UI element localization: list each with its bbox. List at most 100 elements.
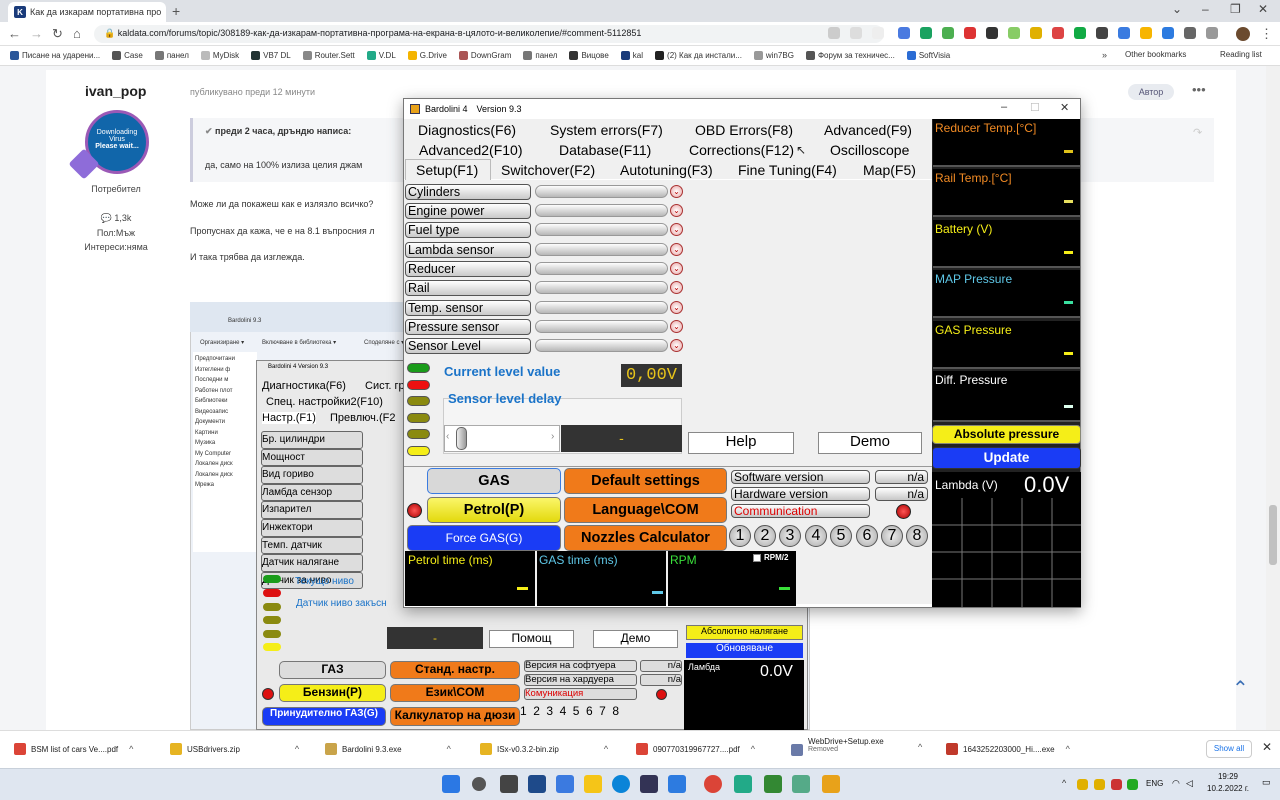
tray-chevron-icon[interactable]: ^ [1062, 778, 1066, 788]
download-item[interactable]: Bardolini 9.3.exe ^ [325, 737, 451, 761]
minimize-icon[interactable]: – [1001, 101, 1007, 113]
star-icon[interactable] [872, 27, 884, 39]
default-settings-button[interactable]: Default settings [564, 468, 727, 494]
bookmark-item[interactable]: Case [112, 51, 143, 60]
app-icon[interactable] [792, 775, 810, 793]
app-icon[interactable] [668, 775, 686, 793]
tab-database[interactable]: Database(F11) [559, 142, 651, 158]
tray-icon[interactable] [1094, 779, 1105, 790]
extension-icon[interactable] [1030, 27, 1042, 39]
pressure-sensor-select[interactable] [535, 320, 668, 333]
app-icon[interactable] [734, 775, 752, 793]
other-bookmarks[interactable]: Other bookmarks [1125, 50, 1186, 59]
tray-icon[interactable] [1077, 779, 1088, 790]
chevron-down-icon[interactable]: ⌄ [670, 243, 683, 256]
bookmark-item[interactable]: Форум за техничес... [805, 51, 895, 60]
tab-fine-tuning[interactable]: Fine Tuning(F4) [738, 162, 837, 178]
home-icon[interactable]: ⌂ [73, 26, 81, 41]
cylinder-2-button[interactable]: 2 [754, 525, 776, 547]
tab-map[interactable]: Map(F5) [863, 162, 916, 178]
chevron-down-icon[interactable]: ⌄ [670, 185, 683, 198]
extension-icon[interactable] [964, 27, 976, 39]
search-icon[interactable] [828, 27, 840, 39]
tab-autotuning[interactable]: Autotuning(F3) [620, 162, 713, 178]
cylinder-5-button[interactable]: 5 [830, 525, 852, 547]
extension-translate-icon[interactable] [898, 27, 910, 39]
browser-tab[interactable]: K Как да изкарам портативна про ✕ [8, 2, 166, 22]
language-com-button[interactable]: Language\COM [564, 497, 727, 523]
lambda-sensor-select[interactable] [535, 243, 668, 256]
cylinders-select[interactable] [535, 185, 668, 198]
bookmark-item[interactable]: (2) Как да инстали... [655, 51, 742, 60]
tab-diagnostics[interactable]: Diagnostics(F6) [418, 122, 516, 138]
extension-icon[interactable] [1052, 27, 1064, 39]
tray-icon[interactable] [1111, 779, 1122, 790]
download-item[interactable]: USBdrivers.zip ^ [170, 737, 299, 761]
wifi-icon[interactable]: ◠ [1172, 778, 1180, 789]
download-item[interactable]: BSM list of cars Ve....pdf ^ [14, 737, 133, 761]
close-icon[interactable]: ✕ [1060, 101, 1069, 114]
extension-icon[interactable] [942, 27, 954, 39]
help-button[interactable]: Help [688, 432, 794, 454]
bookmark-item[interactable]: MyDisk [200, 51, 239, 60]
tab-close-icon[interactable]: ✕ [165, 7, 166, 18]
mail-icon[interactable] [556, 775, 574, 793]
search-icon[interactable] [472, 777, 486, 791]
cylinder-8-button[interactable]: 8 [906, 525, 928, 547]
cylinder-7-button[interactable]: 7 [881, 525, 903, 547]
tab-switchover[interactable]: Switchover(F2) [501, 162, 595, 178]
cylinder-3-button[interactable]: 3 [779, 525, 801, 547]
close-icon[interactable]: ✕ [1258, 2, 1268, 16]
share-icon[interactable]: ↷ [1193, 126, 1202, 139]
extension-icon[interactable] [1008, 27, 1020, 39]
tab-obd-errors[interactable]: OBD Errors(F8) [695, 122, 793, 138]
quote-header[interactable]: ✔ преди 2 часа, дръндю написа: [205, 126, 351, 137]
reload-icon[interactable]: ↻ [52, 26, 63, 42]
scroll-to-top-icon[interactable]: ⌃ [1232, 676, 1249, 701]
update-button[interactable]: Update [932, 447, 1081, 469]
petrol-button[interactable]: Petrol(P) [427, 497, 561, 523]
cylinder-4-button[interactable]: 4 [805, 525, 827, 547]
rpm2-checkbox[interactable] [753, 554, 761, 562]
sensor-level-select[interactable] [535, 339, 668, 352]
chevron-down-icon[interactable]: ⌄ [670, 339, 683, 352]
gas-button[interactable]: GAS [427, 468, 561, 494]
chevron-down-icon[interactable]: ⌄ [670, 204, 683, 217]
download-item[interactable]: 090770319967727....pdf ^ [636, 737, 755, 761]
bookmark-item[interactable]: kal [620, 51, 643, 60]
forward-icon[interactable]: → [30, 26, 43, 41]
page-scrollbar[interactable] [1266, 66, 1280, 730]
temp-sensor-select[interactable] [535, 301, 668, 314]
volume-icon[interactable]: ◁ [1186, 778, 1193, 789]
share-icon[interactable] [850, 27, 862, 39]
profile-avatar[interactable] [1236, 27, 1250, 41]
start-windows-icon[interactable] [442, 775, 460, 793]
bardolini-taskbar-icon[interactable] [822, 775, 840, 793]
edge-icon[interactable] [612, 775, 630, 793]
scrollbar-thumb[interactable] [1269, 505, 1277, 565]
fuel-type-select[interactable] [535, 223, 668, 236]
bookmark-item[interactable]: панел [154, 51, 189, 60]
engine-power-select[interactable] [535, 204, 668, 217]
bookmark-item[interactable]: Писане на ударени... [10, 51, 100, 60]
extension-icon[interactable] [1140, 27, 1152, 39]
cylinder-1-button[interactable]: 1 [729, 525, 751, 547]
maximize-icon[interactable]: ☐ [1030, 101, 1040, 114]
tab-oscilloscope[interactable]: Oscilloscope [830, 142, 909, 158]
extension-icon[interactable] [1118, 27, 1130, 39]
bookmark-item[interactable]: G.Drive [407, 51, 447, 60]
address-bar[interactable]: 🔒 kaldata.com/forums/topic/308189-как-да… [94, 25, 884, 43]
extension-icon[interactable] [1096, 27, 1108, 39]
extension-icon[interactable] [1074, 27, 1086, 39]
media-icon[interactable] [1206, 27, 1218, 39]
bookmark-item[interactable]: VB7 DL [251, 51, 291, 60]
chevron-down-icon[interactable]: ⌄ [670, 223, 683, 236]
language-indicator[interactable]: ENG [1146, 779, 1163, 788]
reading-list[interactable]: Reading list [1220, 50, 1262, 59]
author-name[interactable]: ivan_pop [85, 83, 146, 99]
reducer-select[interactable] [535, 262, 668, 275]
restore-icon[interactable]: ❐ [1230, 2, 1241, 16]
chrome-icon[interactable] [704, 775, 722, 793]
chevron-down-icon[interactable]: ⌄ [670, 262, 683, 275]
bookmark-item[interactable]: DownGram [458, 51, 511, 60]
